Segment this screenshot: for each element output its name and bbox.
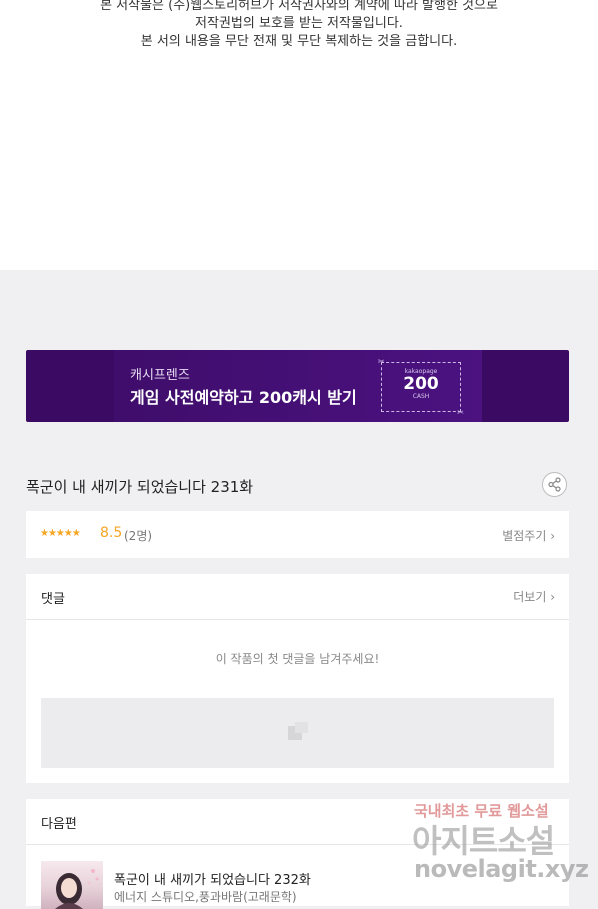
scissors-icon: ✂ [457,408,464,417]
rating-score: 8.5 [100,525,123,541]
rate-button[interactable]: 별점주기 › [502,527,555,544]
ticket-amount: 200 [403,374,439,394]
next-episode-thumbnail[interactable] [41,861,103,909]
promo-banner-title: 게임 사전예약하고 200캐시 받기 [130,388,357,407]
ticket-unit: CASH [412,393,430,400]
promo-banner[interactable]: 캐시프렌즈 게임 사전예약하고 200캐시 받기 ✂ ✂ kakaopage 2… [26,350,569,422]
next-episode-section: 다음편 폭군이 내 새끼가 되었습니다 232화 에너지 스튜디오,풍과바람(고… [26,799,569,909]
promo-banner-subtitle: 캐시프렌즈 [130,368,190,383]
next-episode-heading: 다음편 [41,817,77,832]
share-button[interactable] [542,472,567,497]
star-rating-icon: ★★★★★ [40,528,81,539]
divider [26,844,569,845]
comments-empty-message: 이 작품의 첫 댓글을 남겨주세요! [215,652,380,666]
cash-ticket: ✂ ✂ kakaopage 200 CASH [378,357,464,417]
episode-title: 폭군이 내 새끼가 되었습니다 231화 [26,478,254,496]
next-episode-title[interactable]: 폭군이 내 새끼가 되었습니다 232화 [114,869,311,888]
next-episode-author: 에너지 스튜디오,풍과바람(고래문학) [114,890,297,904]
ad-placeholder[interactable] [41,698,554,768]
copyright-line-2: 저작권법의 보호를 받는 저작물입니다. [195,16,403,31]
rating-count: (2명) [124,529,153,543]
share-icon [548,477,561,492]
image-placeholder-icon [288,722,308,740]
copyright-line-3: 본 서의 내용을 무단 전재 및 무단 복제하는 것을 금합니다. [140,34,458,49]
scissors-icon: ✂ [378,357,385,366]
comments-section: 댓글 더보기 › 이 작품의 첫 댓글을 남겨주세요! [26,574,569,783]
copyright-notice: 본 저작물은 (주)웹스토리허브가 저작권자와의 계약에 따라 발행한 것으로 … [0,0,598,270]
divider [26,619,569,620]
rating-card: ★★★★★ 8.5 (2명) 별점주기 › [26,511,569,558]
comments-heading: 댓글 [41,592,65,607]
character-illustration [55,869,99,909]
comments-more-link[interactable]: 더보기 › [513,588,555,605]
